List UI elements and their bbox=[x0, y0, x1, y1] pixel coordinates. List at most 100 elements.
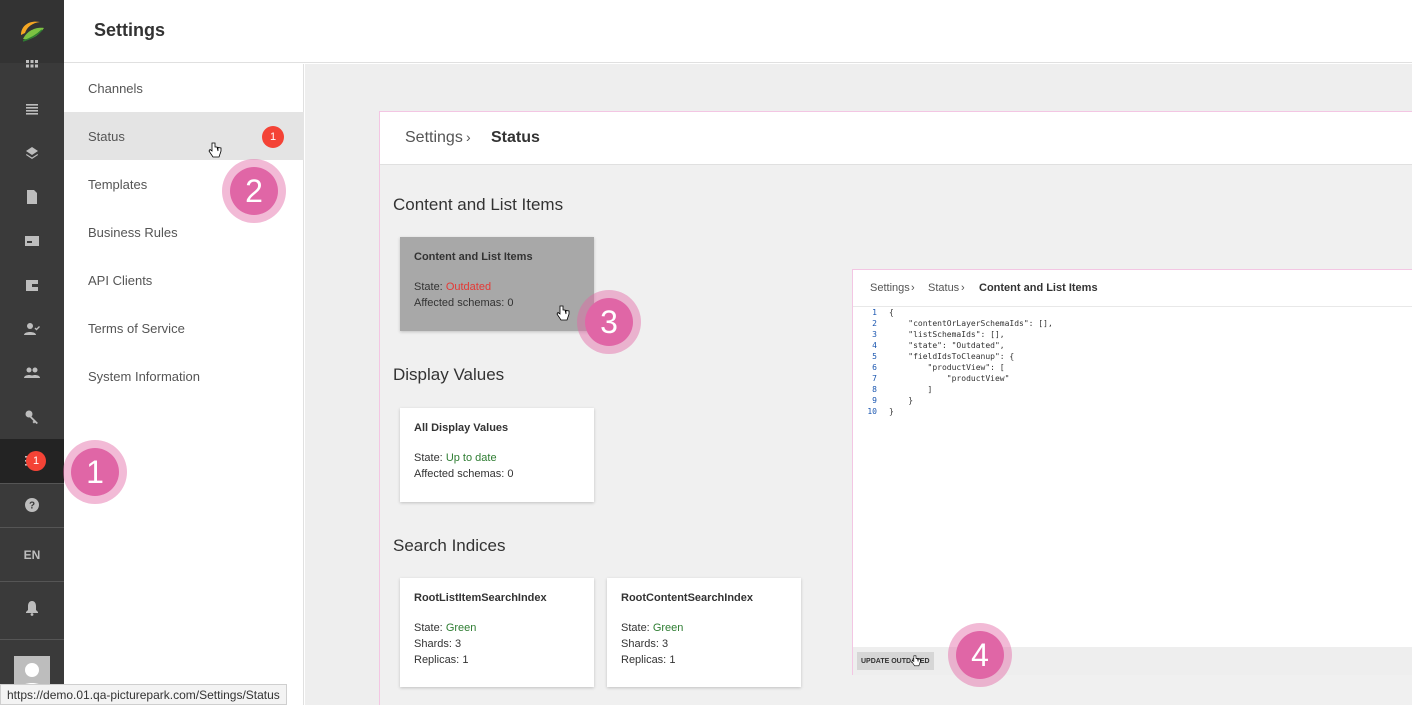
rail-item-user-check[interactable] bbox=[0, 307, 64, 351]
help-icon: ? bbox=[25, 498, 39, 512]
rail-item-documents[interactable] bbox=[0, 175, 64, 219]
code-line: { bbox=[889, 308, 894, 317]
rail-item-list[interactable] bbox=[0, 87, 64, 131]
panel-breadcrumb: Settings › Status › Content and List Ite… bbox=[853, 270, 1412, 307]
line-number: 6 bbox=[872, 363, 877, 372]
step-number: 1 bbox=[71, 448, 119, 496]
replicas-label: Replicas: bbox=[621, 654, 667, 666]
document-icon bbox=[27, 190, 37, 204]
state-label: State: bbox=[414, 452, 443, 464]
card-shards-row: Shards: 3 bbox=[621, 638, 787, 650]
nav-item-api-clients[interactable]: API Clients bbox=[64, 256, 304, 304]
chevron-right-icon: › bbox=[961, 282, 965, 294]
section-title-search: Search Indices bbox=[393, 536, 506, 555]
breadcrumb: Settings › Status bbox=[380, 112, 1412, 165]
status-card-root-content[interactable]: RootContentSearchIndex State: Green Shar… bbox=[607, 578, 801, 687]
replicas-value: 1 bbox=[462, 654, 469, 666]
section-title-display: Display Values bbox=[393, 365, 505, 384]
rail-item-notifications[interactable] bbox=[0, 586, 64, 630]
chevron-right-icon: › bbox=[466, 129, 471, 145]
state-label: State: bbox=[414, 622, 443, 634]
code-line: "contentOrLayerSchemaIds": [], bbox=[889, 319, 1053, 328]
status-detail-panel: Settings › Status › Content and List Ite… bbox=[852, 269, 1412, 675]
status-card-root-list[interactable]: RootListItemSearchIndex State: Green Sha… bbox=[400, 578, 594, 687]
people-icon bbox=[24, 367, 40, 378]
code-line: "productView" bbox=[889, 374, 1010, 383]
code-line: ] bbox=[889, 385, 933, 394]
panel-breadcrumb-settings[interactable]: Settings bbox=[870, 282, 910, 294]
code-line: } bbox=[889, 396, 914, 405]
nav-item-system-information[interactable]: System Information bbox=[64, 352, 304, 400]
dashboard-grid-icon bbox=[26, 60, 38, 68]
code-line: "state": "Outdated", bbox=[889, 341, 1005, 350]
step-marker-2: 2 bbox=[222, 159, 286, 223]
code-line: "fieldIdsToCleanup": { bbox=[889, 352, 1015, 361]
card-affected-row: Affected schemas: 0 bbox=[414, 468, 580, 480]
panel-breadcrumb-current: Content and List Items bbox=[979, 282, 1098, 294]
card-state-row: State: Green bbox=[621, 622, 787, 634]
replicas-label: Replicas: bbox=[414, 654, 460, 666]
card-state-row: State: Up to date bbox=[414, 452, 580, 464]
nav-item-channels[interactable]: Channels bbox=[64, 64, 304, 112]
state-value: Up to date bbox=[445, 452, 497, 464]
state-value: Green bbox=[652, 622, 684, 634]
language-switch[interactable]: EN bbox=[0, 548, 64, 562]
rail-item-keys[interactable] bbox=[0, 395, 64, 439]
step-marker-1: 1 bbox=[63, 440, 127, 504]
breadcrumb-settings[interactable]: Settings bbox=[405, 129, 463, 147]
step-number: 3 bbox=[585, 298, 633, 346]
card-title: RootContentSearchIndex bbox=[621, 592, 754, 604]
shards-value: 3 bbox=[661, 638, 669, 650]
panel-breadcrumb-status[interactable]: Status bbox=[928, 282, 959, 294]
affected-value: 0 bbox=[507, 468, 514, 480]
card-title: Content and List Items bbox=[414, 251, 533, 263]
line-number: 9 bbox=[872, 396, 877, 405]
line-number: 4 bbox=[872, 341, 877, 350]
state-value: Green bbox=[445, 622, 477, 634]
step-number: 2 bbox=[230, 167, 278, 215]
page-title: Settings bbox=[94, 20, 166, 40]
card-shards-row: Shards: 3 bbox=[414, 638, 580, 650]
picturepark-logo-icon bbox=[21, 21, 44, 42]
step-marker-4: 4 bbox=[948, 623, 1012, 687]
line-number: 1 bbox=[872, 308, 877, 317]
state-value: Outdated bbox=[445, 281, 492, 293]
update-outdated-button[interactable]: UPDATE OUTDATED bbox=[857, 652, 934, 670]
wallet-icon bbox=[26, 280, 38, 291]
card-state-row: State: Green bbox=[414, 622, 580, 634]
rail-item-dashboard[interactable] bbox=[0, 44, 64, 88]
code-line: } bbox=[889, 407, 894, 416]
list-icon bbox=[26, 104, 38, 115]
shards-label: Shards: bbox=[621, 638, 659, 650]
svg-text:?: ? bbox=[29, 501, 35, 512]
shards-label: Shards: bbox=[414, 638, 452, 650]
rail-item-people[interactable] bbox=[0, 351, 64, 395]
code-line: "listSchemaIds": [], bbox=[889, 330, 1005, 339]
rail-item-layers[interactable] bbox=[0, 131, 64, 175]
line-number: 2 bbox=[872, 319, 877, 328]
card-title: RootListItemSearchIndex bbox=[414, 592, 547, 604]
status-card-display[interactable]: All Display Values State: Up to date Aff… bbox=[400, 408, 594, 502]
status-notification-badge: 1 bbox=[262, 126, 284, 148]
replicas-value: 1 bbox=[669, 654, 676, 666]
user-check-icon bbox=[24, 323, 40, 335]
browser-status-url: https://demo.01.qa-picturepark.com/Setti… bbox=[0, 684, 287, 705]
shards-value: 3 bbox=[454, 638, 462, 650]
line-number: 3 bbox=[872, 330, 877, 339]
nav-item-terms-of-service[interactable]: Terms of Service bbox=[64, 304, 304, 352]
rail-item-help[interactable]: ? bbox=[0, 483, 64, 527]
code-line: "productView": [ bbox=[889, 363, 1005, 372]
rail-divider bbox=[0, 527, 64, 528]
settings-nav: Channels Status 1 Templates Business Rul… bbox=[64, 64, 304, 705]
affected-value: 0 bbox=[507, 297, 514, 309]
rail-item-cards[interactable] bbox=[0, 219, 64, 263]
left-rail: 1 ? EN bbox=[0, 0, 64, 705]
hand-cursor-icon bbox=[911, 655, 921, 667]
line-number: 7 bbox=[872, 374, 877, 383]
state-label: State: bbox=[414, 281, 443, 293]
section-title-content: Content and List Items bbox=[393, 195, 564, 214]
rail-item-wallet[interactable] bbox=[0, 263, 64, 307]
step-number: 4 bbox=[956, 631, 1004, 679]
chevron-right-icon: › bbox=[911, 282, 915, 294]
top-bar: Settings bbox=[64, 0, 1412, 63]
